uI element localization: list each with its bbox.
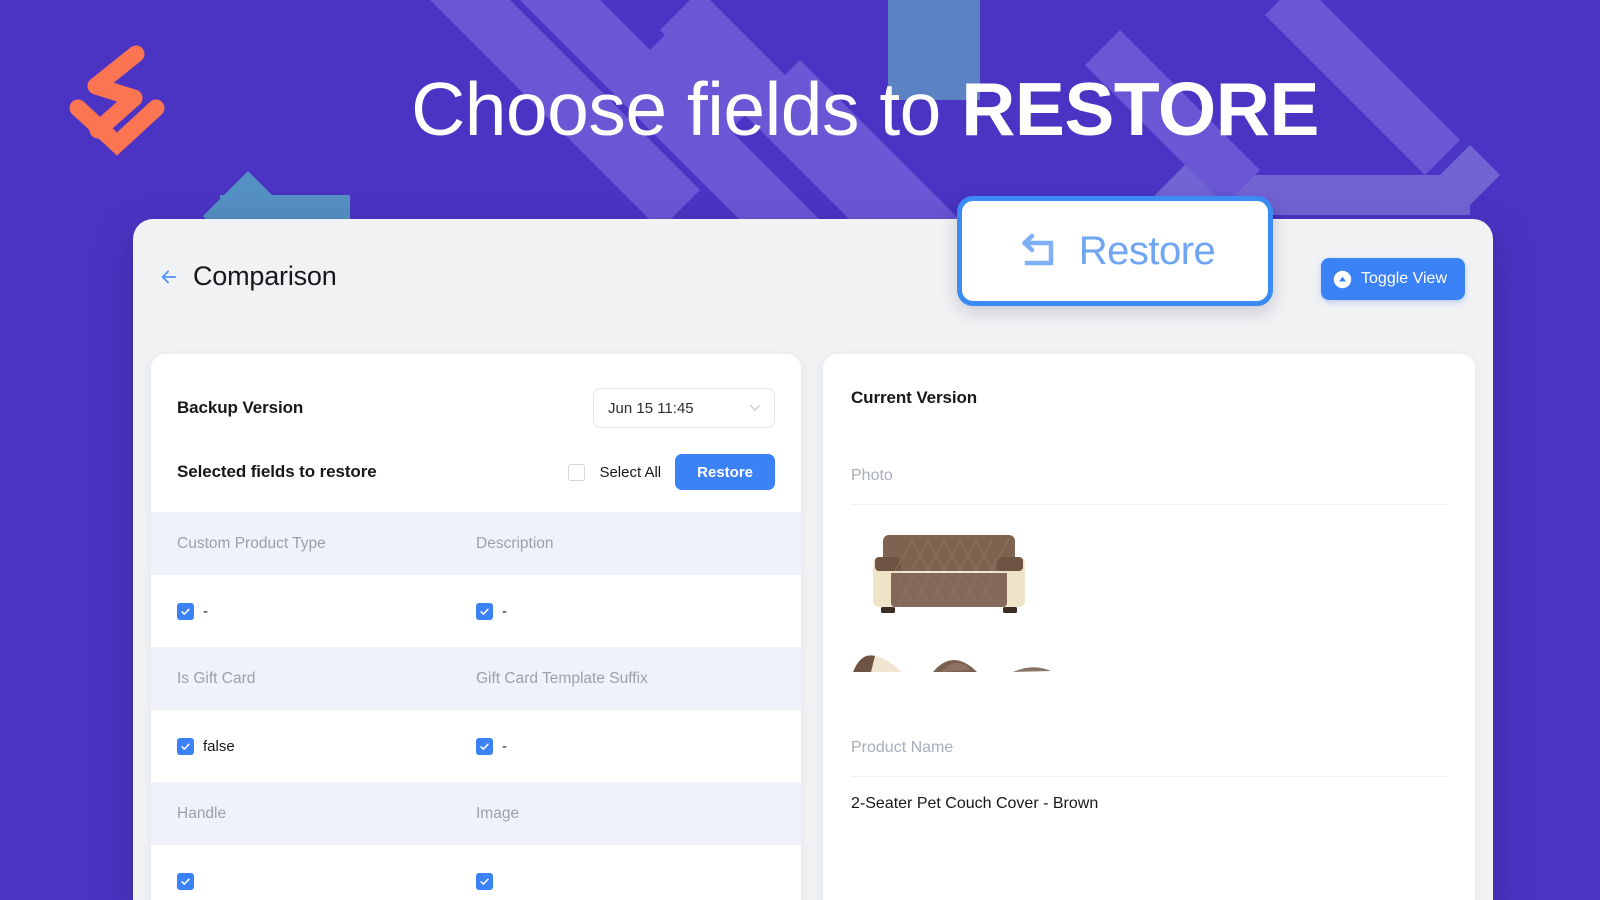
selected-fields-label: Selected fields to restore bbox=[177, 462, 377, 482]
thumbnail-image[interactable] bbox=[851, 642, 909, 680]
select-all-checkbox[interactable] bbox=[568, 464, 585, 481]
field-checkbox[interactable] bbox=[476, 603, 493, 620]
backup-version-label: Backup Version bbox=[177, 398, 303, 418]
product-name-value: 2-Seater Pet Couch Cover - Brown bbox=[851, 795, 1447, 813]
photo-gallery bbox=[851, 505, 1447, 680]
app-window: Comparison Toggle View Backup Version Ju… bbox=[133, 219, 1493, 900]
field-value: - bbox=[203, 603, 208, 620]
current-version-header: Current Version bbox=[823, 354, 1475, 408]
backup-version-row: Backup Version Jun 15 11:45 bbox=[177, 388, 775, 428]
table-row: Handle Image bbox=[151, 782, 801, 845]
headline-strong: RESTORE bbox=[961, 67, 1319, 151]
arrow-left-icon[interactable] bbox=[158, 266, 180, 288]
field-header: Image bbox=[476, 805, 775, 823]
field-checkbox[interactable] bbox=[177, 603, 194, 620]
field-checkbox[interactable] bbox=[177, 738, 194, 755]
headline-normal: Choose fields to bbox=[411, 67, 961, 151]
thumbnail-image[interactable] bbox=[927, 642, 985, 680]
table-row: false - bbox=[151, 710, 801, 782]
photo-thumbnails bbox=[851, 642, 1447, 680]
backup-version-value: Jun 15 11:45 bbox=[608, 400, 694, 417]
product-photo bbox=[851, 521, 1047, 633]
chevron-up-circle-icon bbox=[1333, 270, 1352, 289]
field-checkbox[interactable] bbox=[476, 738, 493, 755]
selected-fields-actions: Select All Restore bbox=[568, 454, 775, 490]
current-version-panel: Current Version Photo bbox=[823, 354, 1475, 900]
field-value-cell bbox=[177, 873, 476, 890]
table-row: Custom Product Type Description bbox=[151, 512, 801, 575]
backup-version-select[interactable]: Jun 15 11:45 bbox=[593, 388, 775, 428]
comparison-panels: Backup Version Jun 15 11:45 Selected fie… bbox=[133, 354, 1493, 900]
field-value: - bbox=[502, 603, 507, 620]
field-checkbox[interactable] bbox=[476, 873, 493, 890]
field-header: Gift Card Template Suffix bbox=[476, 670, 775, 688]
photo-label: Photo bbox=[851, 467, 1447, 485]
field-value: false bbox=[203, 738, 235, 755]
current-version-title: Current Version bbox=[851, 388, 977, 407]
backup-panel-header: Backup Version Jun 15 11:45 Selected fie… bbox=[151, 354, 801, 490]
field-value: - bbox=[502, 738, 507, 755]
restore-callout-label: Restore bbox=[1079, 229, 1216, 274]
comparison-title: Comparison bbox=[193, 261, 337, 292]
breadcrumb[interactable]: Comparison bbox=[158, 261, 337, 292]
field-value-cell: - bbox=[177, 603, 476, 620]
field-value-cell: false bbox=[177, 738, 476, 755]
page-title: Choose fields to RESTORE bbox=[0, 72, 1600, 147]
product-name-label: Product Name bbox=[851, 739, 1447, 757]
field-value-cell: - bbox=[476, 738, 775, 755]
field-value-cell bbox=[476, 873, 775, 890]
table-row bbox=[151, 845, 801, 900]
restore-undo-icon bbox=[1015, 231, 1059, 271]
table-row: - - bbox=[151, 575, 801, 647]
field-header: Is Gift Card bbox=[177, 670, 476, 688]
divider bbox=[851, 776, 1447, 777]
chevron-down-icon bbox=[748, 401, 762, 415]
field-table: Custom Product Type Description - bbox=[151, 512, 801, 900]
restore-callout[interactable]: Restore bbox=[957, 196, 1273, 306]
thumbnail-image[interactable] bbox=[1003, 642, 1061, 680]
restore-button[interactable]: Restore bbox=[675, 454, 775, 490]
field-header: Handle bbox=[177, 805, 476, 823]
app-topbar: Comparison Toggle View bbox=[133, 219, 1493, 354]
field-value-cell: - bbox=[476, 603, 775, 620]
field-header: Description bbox=[476, 535, 775, 553]
toggle-view-button[interactable]: Toggle View bbox=[1321, 258, 1465, 300]
backup-version-panel: Backup Version Jun 15 11:45 Selected fie… bbox=[151, 354, 801, 900]
selected-fields-row: Selected fields to restore Select All Re… bbox=[177, 454, 775, 490]
promo-banner: Choose fields to RESTORE Comparison Togg… bbox=[0, 0, 1600, 900]
field-header: Custom Product Type bbox=[177, 535, 476, 553]
toggle-view-label: Toggle View bbox=[1361, 270, 1447, 288]
select-all-label: Select All bbox=[599, 464, 661, 481]
table-row: Is Gift Card Gift Card Template Suffix bbox=[151, 647, 801, 710]
field-checkbox[interactable] bbox=[177, 873, 194, 890]
photo-section: Photo bbox=[823, 467, 1475, 813]
